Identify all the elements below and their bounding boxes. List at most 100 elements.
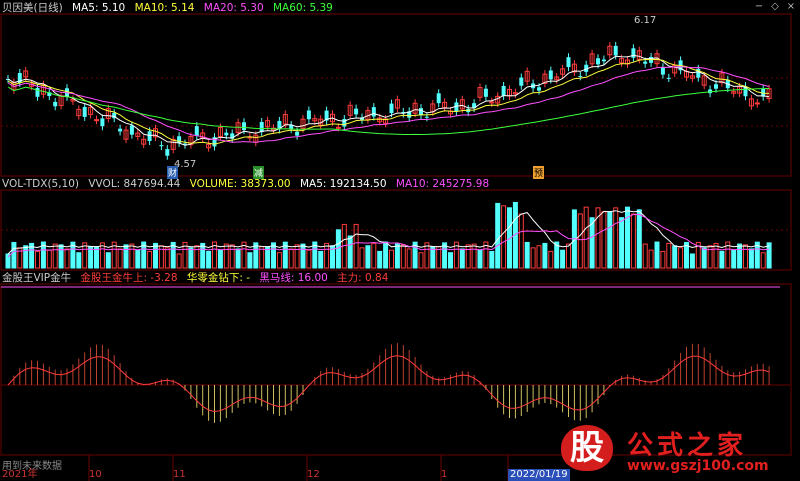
volume-bar [194,245,200,269]
vol-ma10-line [7,214,770,258]
indicator-name[interactable]: 金股王VIP金牛 [2,272,71,284]
candle-body [719,72,725,84]
candle-body [188,135,194,146]
candle-body [330,113,335,123]
close-icon[interactable]: × [784,1,798,13]
volume-bar [335,229,341,269]
candle-body [643,61,648,64]
candle-body [159,145,164,147]
volume-bar [88,246,94,269]
volume-bar [318,250,324,269]
candle-body [318,118,324,126]
volume-bar [105,252,111,269]
volume-bar [713,242,719,269]
volume-bar [601,211,607,269]
volume-bar [719,250,725,269]
kline-chart[interactable] [0,0,800,481]
candle-body [571,63,577,73]
volume-bar [94,246,99,269]
candle-body [383,118,389,124]
volume-bar [737,243,743,269]
volume-bar [164,247,170,269]
volume-bar [129,243,135,269]
candle-body [200,132,206,139]
volume-bar [536,245,542,269]
marker-cai[interactable]: 财 [167,166,179,179]
volume-bar [371,242,377,269]
candle-body [412,102,418,114]
volume-bar [29,242,35,269]
candle-body [354,108,359,115]
candle-body [483,88,488,97]
volume-bar [182,241,188,269]
vvol-readout: VVOL: 847694.44 [88,178,181,190]
volume-bar [40,241,46,269]
watermark-title: 公式之家 [627,431,748,461]
volume-bar [459,248,465,269]
candle-body [335,126,341,129]
candle-body [53,101,58,107]
volume-bar [312,241,318,269]
volume-bar [725,241,731,269]
candle-body [507,88,512,97]
candle-body [147,131,152,142]
pane-border [0,13,792,177]
volume-bar [619,217,625,269]
candle-body [666,77,671,79]
candle-body [312,118,318,122]
candle-body [76,108,82,117]
candle-body [477,87,483,98]
volume-bar [241,241,247,269]
candle-body [324,110,329,121]
volume-bar [448,252,453,269]
candle-body [123,129,129,140]
volume-bar [76,252,82,269]
candle-body [70,98,76,102]
volume-bar [383,241,389,269]
volume-bar [695,241,701,269]
candle-body [242,122,246,131]
candle-body [495,95,501,104]
volume-bar [353,223,359,269]
volume-bar [560,249,566,269]
candle-body [761,88,766,97]
candle-body [678,60,683,71]
volume-bar [607,211,613,269]
candle-body [601,59,606,62]
volume-bar [324,242,330,269]
ma20-readout: MA20: 5.30 [203,2,264,14]
volume-bar [300,243,306,269]
volume-bar [117,248,123,269]
candle-body [466,108,471,113]
marker-jian[interactable]: 减 [253,166,265,179]
marker-yu[interactable]: 预 [533,166,545,179]
candle-body [253,134,259,143]
candle-body [212,137,217,147]
volume-bar [489,250,495,269]
candle-body [636,50,642,60]
volume-bar [554,241,560,269]
candle-body [766,88,772,100]
candle-body [660,67,665,75]
candle-body [118,128,123,132]
candle-body [619,58,625,64]
candle-body [377,117,383,123]
volume-indicator-name[interactable]: VOL-TDX(5,10) [2,178,79,190]
volume-bar [766,242,772,269]
date-axis-oct: 10 [89,469,102,480]
volume-bar [158,245,164,269]
candle-body [40,84,46,95]
expand-icon[interactable]: ◇ [768,1,782,13]
indicator-line-2: 华零金钻下: - [186,272,251,284]
volume-bar [648,249,654,269]
candle-body [58,95,64,106]
candle-body [100,118,105,127]
volume-bar [707,245,713,269]
candle-body [183,143,187,145]
date-axis-nov: 11 [173,469,186,480]
candle-body [365,110,371,120]
minimize-icon[interactable]: − [752,1,766,13]
volume-bar [406,248,412,269]
stock-title[interactable]: 贝因美(日线) [2,2,63,14]
candle-body [743,86,748,97]
